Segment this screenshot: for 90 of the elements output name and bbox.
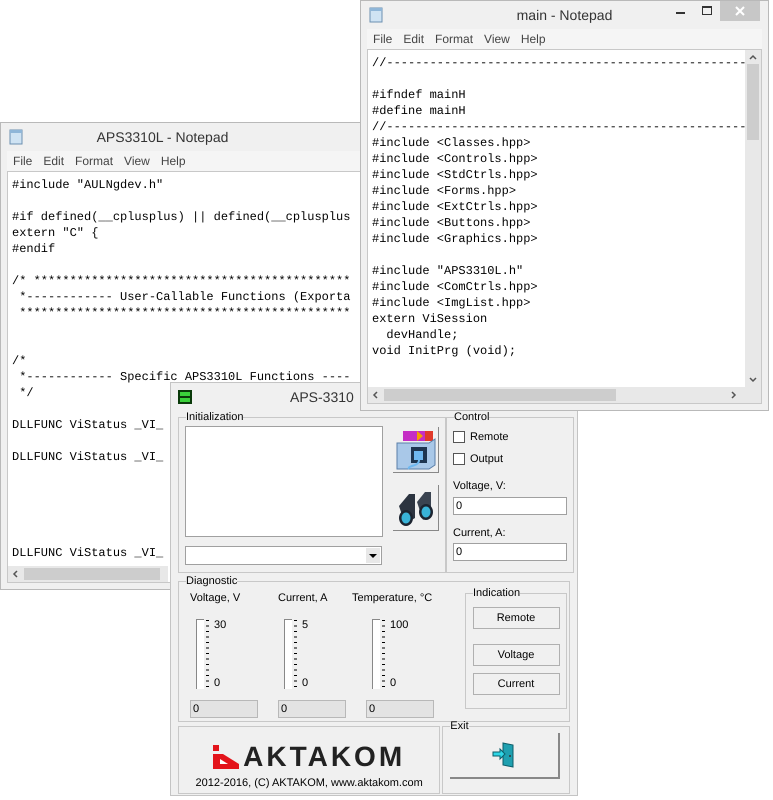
app-icon <box>178 390 192 404</box>
input-field[interactable]: 0 <box>453 496 567 514</box>
scale-max-label: 5 <box>302 618 308 630</box>
code-line: *------------ User-Callable Functions (Exporta <box>18 290 350 304</box>
checkbox-label: Remote <box>470 430 509 445</box>
code-line: extern ViSession <box>372 312 488 326</box>
checkbox-label: Output <box>470 452 504 467</box>
menu-item[interactable]: View <box>124 152 150 170</box>
notepad-icon <box>9 129 23 145</box>
menu-item[interactable]: File <box>13 152 32 170</box>
input-field[interactable]: 0 <box>453 543 567 561</box>
code-line: #if defined(__cplusplus) || defined(__cplusplus <box>12 210 350 224</box>
checkbox[interactable] <box>453 431 465 443</box>
code-line: ********************************************** <box>18 306 350 320</box>
scroll-thumb[interactable] <box>384 389 616 401</box>
menu-item[interactable]: Format <box>435 30 474 48</box>
code-line: #include <ImgList.hpp> <box>372 296 530 310</box>
code-line: */ <box>18 386 34 400</box>
indicator-button[interactable]: Voltage <box>472 644 560 666</box>
indicator-button[interactable]: Remote <box>472 607 560 629</box>
menu-item[interactable]: File <box>373 30 392 48</box>
logo-mark-icon <box>213 744 240 768</box>
scroll-thumb[interactable] <box>24 568 160 580</box>
menu-item[interactable]: Help <box>160 152 186 170</box>
horizontal-scrollbar[interactable] <box>368 387 761 403</box>
code-line: //-------------------------------------------------- <box>372 120 745 134</box>
code-line: //-------------------------------------------------- <box>372 56 745 70</box>
code-line: #include <Controls.hpp> <box>372 152 538 166</box>
network-device-icon <box>394 428 436 470</box>
code-line: #define mainH <box>372 104 466 118</box>
code-line: void InitPrg (void); <box>372 344 516 358</box>
scale-max-label: 100 <box>390 618 408 630</box>
brand-logo: AKTAKOM <box>243 742 406 772</box>
code-line: #include <ComCtrls.hpp> <box>372 280 538 294</box>
menu-item[interactable]: View <box>484 30 510 48</box>
checkbox[interactable] <box>453 453 465 465</box>
group-label: Control <box>454 411 490 423</box>
code-line: devHandle; <box>385 328 458 342</box>
gauge-label: Voltage, V <box>190 591 242 606</box>
menu-item[interactable]: Edit <box>403 30 424 48</box>
code-line: #include <Graphics.hpp> <box>372 232 538 246</box>
gauge-track <box>284 618 292 688</box>
group-label: Exit <box>450 720 469 732</box>
code-line: DLLFUNC ViStatus _VI_ <box>12 546 164 560</box>
code-line: #endif <box>12 242 56 256</box>
menu-item[interactable]: Help <box>520 30 546 48</box>
copyright-text: 2012-2016, (C) AKTAKOM, www.aktakom.com <box>196 776 423 790</box>
code-line: /* <box>12 354 26 368</box>
code-line: extern "C" { <box>12 226 98 240</box>
code-line: #ifndef mainH <box>372 88 466 102</box>
code-line: #include <StdCtrls.hpp> <box>372 168 538 182</box>
code-line: DLLFUNC ViStatus _VI_ <box>12 450 164 464</box>
field-label: Voltage, V: <box>453 479 507 494</box>
scale-min-label: 0 <box>390 676 398 688</box>
group-label: Indication <box>473 587 520 599</box>
menu-item[interactable]: Edit <box>43 152 64 170</box>
indicator-button[interactable]: Current <box>472 673 560 695</box>
close-icon <box>735 6 745 16</box>
window-title: main - Notepad <box>516 6 612 22</box>
code-line: #include "AULNgdev.h" <box>12 178 164 192</box>
scale-min-label: 0 <box>214 676 222 688</box>
gauge-label: Current, A <box>278 591 329 606</box>
code-line: #include <ExtCtrls.hpp> <box>372 200 538 214</box>
vertical-scrollbar[interactable] <box>745 50 761 387</box>
group-label: Diagnostic <box>186 575 238 587</box>
field-label: Current, A: <box>453 526 507 540</box>
gauge-track <box>196 618 204 688</box>
gauge-track <box>372 618 380 688</box>
menu-item[interactable]: Format <box>75 152 114 170</box>
reading-field: 0 <box>190 700 258 718</box>
code-line: *------------ Specific APS3310L Functions ---- <box>18 370 350 384</box>
scroll-thumb[interactable] <box>747 64 759 140</box>
horizontal-scrollbar[interactable] <box>8 566 168 582</box>
code-line: /* ******************************************** <box>12 274 350 288</box>
code-line: #include <Forms.hpp> <box>372 184 516 198</box>
reading-field: 0 <box>278 700 346 718</box>
gauge-label: Temperature, °C <box>352 591 434 606</box>
window-title: APS-3310 <box>290 388 354 406</box>
code-line: #include "APS3310L.h" <box>372 264 524 278</box>
window-title: APS3310L - Notepad <box>96 128 228 144</box>
scale-min-label: 0 <box>302 676 308 688</box>
scale-max-label: 30 <box>214 618 226 630</box>
code-line: #include <Buttons.hpp> <box>372 216 530 230</box>
maximize-icon <box>702 6 712 16</box>
notepad-icon <box>369 7 383 23</box>
reading-field: 0 <box>366 700 434 718</box>
device-list[interactable] <box>185 426 383 537</box>
code-line: #include <Classes.hpp> <box>372 136 530 150</box>
group-label: Initialization <box>186 411 244 423</box>
code-line: DLLFUNC ViStatus _VI_ <box>12 418 164 432</box>
